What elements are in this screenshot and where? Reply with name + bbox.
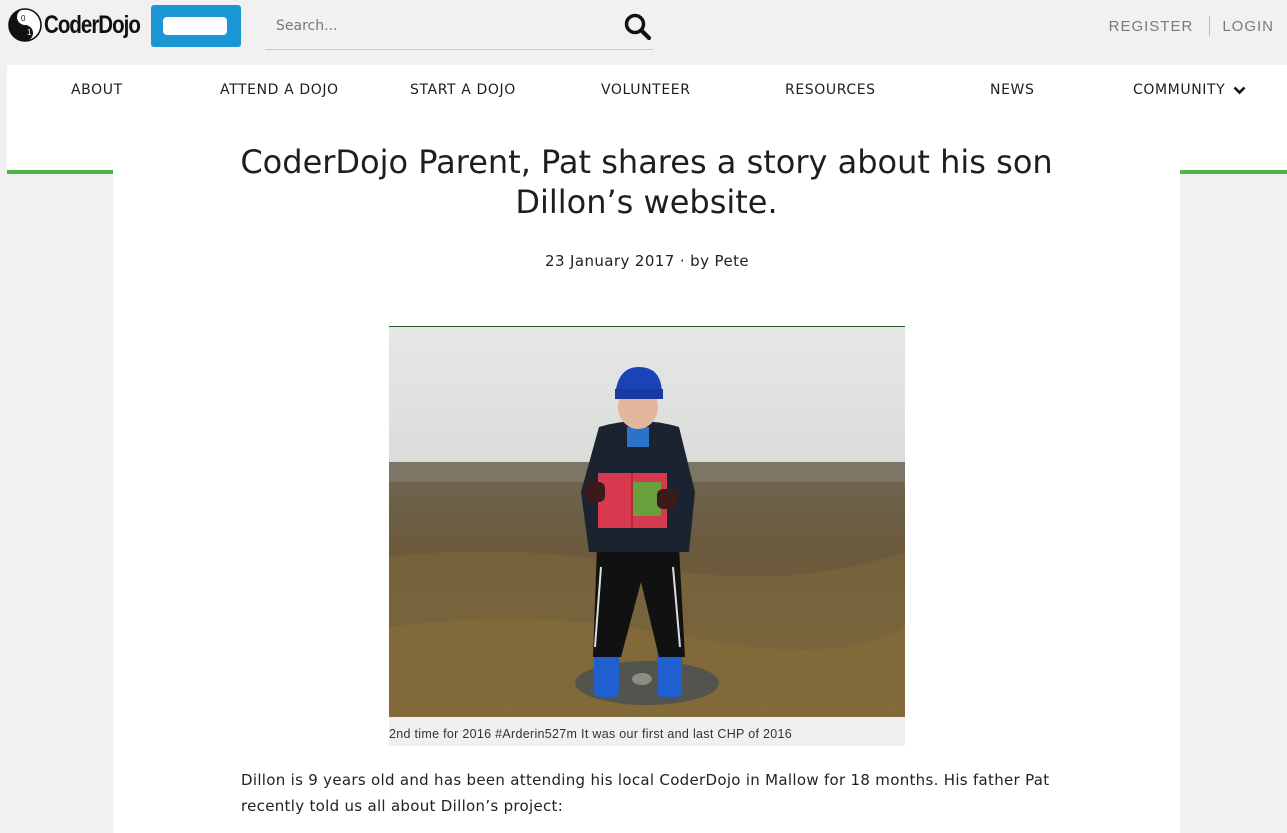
search-icon[interactable] bbox=[623, 12, 653, 42]
left-side-band bbox=[7, 170, 113, 833]
nav-item-resources[interactable]: RESOURCES bbox=[785, 82, 876, 98]
top-bar: 0 1 CoderDojo REGISTER LOGIN bbox=[0, 0, 1287, 58]
auth-divider bbox=[1209, 16, 1211, 36]
article-figure: 2nd time for 2016 #Arderin527m It was ou… bbox=[389, 326, 905, 746]
article-title: CoderDojo Parent, Pat shares a story abo… bbox=[240, 143, 1053, 221]
svg-text:0: 0 bbox=[21, 14, 26, 23]
nav-item-start-a-dojo[interactable]: START A DOJO bbox=[410, 82, 516, 98]
yin-yang-logo-icon: 0 1 bbox=[8, 8, 42, 42]
auth-links: REGISTER LOGIN bbox=[1109, 16, 1274, 36]
main-navigation: ABOUT ATTEND A DOJO START A DOJO VOLUNTE… bbox=[7, 65, 1287, 115]
nav-item-news[interactable]: NEWS bbox=[990, 82, 1034, 98]
right-accent-line bbox=[1180, 170, 1287, 174]
nav-item-attend-a-dojo[interactable]: ATTEND A DOJO bbox=[220, 82, 339, 98]
nav-item-community-label: COMMUNITY bbox=[1133, 82, 1226, 98]
nav-item-community[interactable]: COMMUNITY bbox=[1133, 82, 1246, 98]
right-side-band bbox=[1180, 170, 1287, 833]
search-input[interactable] bbox=[265, 5, 605, 47]
login-link[interactable]: LOGIN bbox=[1222, 18, 1274, 35]
account-button[interactable] bbox=[151, 5, 241, 47]
coderdojo-logo[interactable]: 0 1 CoderDojo bbox=[8, 7, 161, 43]
nav-item-about[interactable]: ABOUT bbox=[71, 82, 123, 98]
article-intro-paragraph: Dillon is 9 years old and has been atten… bbox=[241, 771, 1050, 815]
logo-wordmark: CoderDojo bbox=[44, 10, 141, 39]
register-link[interactable]: REGISTER bbox=[1109, 18, 1194, 35]
chevron-down-icon bbox=[1233, 86, 1246, 94]
nav-item-volunteer[interactable]: VOLUNTEER bbox=[601, 82, 691, 98]
article-photo[interactable] bbox=[389, 326, 905, 717]
photo-caption: 2nd time for 2016 #Arderin527m It was ou… bbox=[389, 727, 793, 741]
search-bar bbox=[265, 5, 653, 50]
left-accent-line bbox=[7, 170, 113, 174]
svg-text:1: 1 bbox=[27, 28, 32, 37]
article-meta: 23 January 2017 · by Pete bbox=[545, 252, 749, 270]
